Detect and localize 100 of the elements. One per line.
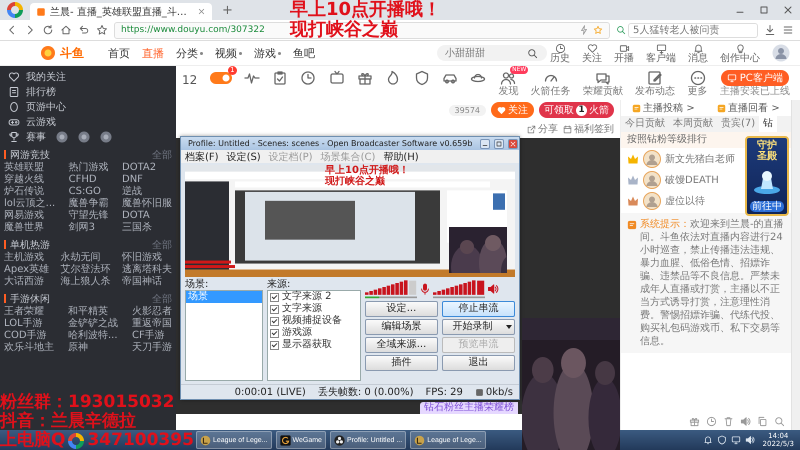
category-button[interactable]: 发布动态 (635, 70, 676, 98)
star-icon[interactable] (593, 25, 603, 35)
game-link[interactable]: 热门游戏 (68, 162, 109, 174)
action-button[interactable]: 插件 (365, 355, 438, 371)
toolbar-button[interactable]: 历史 (550, 42, 570, 64)
action-button[interactable]: 开始录制 (442, 319, 515, 335)
list-item[interactable]: 显示器获取 (268, 339, 360, 351)
game-link[interactable]: 英雄联盟 (4, 162, 56, 174)
game-link[interactable]: 永劫无间 (60, 252, 111, 264)
checkbox[interactable] (270, 292, 279, 302)
list-item[interactable]: 视频捕捉设备 (268, 315, 360, 327)
game-link[interactable]: 帝国神话 (122, 276, 172, 288)
category-button[interactable]: 火箭任务 (530, 70, 571, 98)
toolbar-button[interactable]: 开播 (614, 42, 634, 64)
sidebar-item[interactable]: 排行榜 (4, 84, 172, 99)
speaker-icon[interactable] (744, 435, 755, 445)
emblem-icon[interactable] (100, 130, 112, 142)
menu-icon[interactable] (782, 24, 794, 36)
new-tab-button[interactable]: + (218, 2, 237, 18)
game-link[interactable]: 逆战 (122, 186, 172, 198)
game-link[interactable]: LOL手游 (4, 318, 54, 330)
game-link[interactable]: 怀旧游戏 (122, 252, 172, 264)
game-link[interactable]: 大话西游 (4, 276, 50, 288)
monitor-icon[interactable] (730, 435, 741, 445)
clipboard-icon[interactable] (272, 70, 288, 86)
game-link[interactable]: CFHD (68, 174, 109, 186)
game-link[interactable]: 三国杀 (122, 222, 172, 234)
game-link[interactable]: COD手游 (4, 330, 54, 342)
gift-icon[interactable] (356, 70, 373, 86)
list-item[interactable]: 文字来源 (268, 303, 360, 315)
category-button[interactable]: 荣耀贡献 (582, 70, 623, 98)
game-link[interactable]: 原神 (68, 342, 118, 354)
lightning-icon[interactable] (579, 25, 589, 35)
nav-link[interactable]: 分类 (176, 46, 203, 60)
game-link[interactable]: DOTA2 (122, 162, 172, 174)
game-link[interactable]: 网易游戏 (4, 210, 56, 222)
nav-link[interactable]: 首页 (108, 46, 130, 60)
avatar-icon[interactable] (772, 44, 790, 62)
signin-link[interactable]: 福利签到 (563, 122, 614, 136)
rocket-badge[interactable]: 可领取 1 火箭 (539, 102, 614, 118)
game-link[interactable]: lol云顶之... (4, 198, 56, 210)
list-item[interactable]: 游戏源 (268, 327, 360, 339)
game-link[interactable]: 主机游戏 (4, 252, 50, 264)
shield-icon[interactable] (414, 70, 430, 86)
home-icon[interactable] (60, 24, 72, 36)
game-link[interactable]: 逃离塔科夫 (122, 264, 172, 276)
search-icon[interactable] (774, 416, 785, 427)
close-button[interactable] (508, 138, 518, 148)
promo-card[interactable]: 守护圣殿 前往中 (745, 136, 789, 216)
panel-link[interactable]: 主播投稿 > (632, 101, 695, 115)
game-link[interactable]: 王者荣耀 (4, 306, 54, 318)
action-button[interactable]: 设定... (365, 301, 438, 317)
clock-icon[interactable] (300, 70, 316, 86)
game-link[interactable]: 欢乐斗地主 (4, 342, 54, 354)
search-field[interactable]: 小甜甜甜 (437, 45, 547, 61)
tab[interactable]: 本周贡献 (669, 116, 717, 132)
share-link[interactable]: 分享 (527, 122, 558, 136)
sidebar-item[interactable]: 云游戏 (4, 114, 172, 129)
toolbar-button[interactable]: 创作中心 (720, 42, 760, 64)
game-link[interactable]: Apex英雄 (4, 264, 50, 276)
game-link[interactable]: 和平精英 (68, 306, 118, 318)
action-button[interactable]: 停止串流 (442, 301, 515, 317)
emblem-icon[interactable] (56, 130, 68, 142)
maximize-button[interactable] (494, 138, 504, 148)
close-icon[interactable] (782, 4, 794, 16)
game-link[interactable]: 炉石传说 (4, 186, 56, 198)
action-button[interactable]: 全域来源... (365, 337, 438, 353)
scrollbar[interactable] (791, 100, 800, 430)
toolbar-button[interactable]: 客户端 (646, 42, 676, 64)
tv-icon[interactable] (328, 70, 345, 86)
game-link[interactable]: 艾尔登法环 (60, 264, 111, 276)
sidebar-item[interactable]: 赛事 (4, 129, 172, 144)
menu-item[interactable]: 档案(F) (185, 150, 219, 164)
clock-icon[interactable] (706, 416, 717, 427)
tab[interactable]: 贵宾(7) (717, 116, 760, 132)
checkbox[interactable] (270, 340, 279, 350)
menu-item[interactable]: 帮助(H) (383, 150, 419, 164)
game-link[interactable]: 剑网3 (68, 222, 109, 234)
trash-icon[interactable] (723, 416, 734, 427)
game-link[interactable]: 海上狼人杀 (60, 276, 111, 288)
checkbox[interactable] (270, 316, 279, 326)
maximize-icon[interactable] (758, 4, 770, 16)
checkbox[interactable] (270, 304, 279, 314)
game-link[interactable]: 哈利波特... (68, 330, 118, 342)
browser-tab[interactable]: 兰晨- 直播_英雄联盟直播_斗… (30, 3, 212, 20)
game-link[interactable]: CS:GO (68, 186, 109, 198)
tab[interactable]: 今日贡献 (621, 116, 669, 132)
shield-icon[interactable] (716, 435, 727, 445)
ranking-tag[interactable]: 钻石粉丝主播荣耀榜 (420, 402, 518, 414)
toggle-icon[interactable] (210, 72, 232, 84)
list-item[interactable]: 文字来源 2 (268, 291, 360, 303)
game-link[interactable]: 穿越火线 (4, 174, 56, 186)
close-icon[interactable] (197, 7, 206, 16)
checkbox[interactable] (270, 328, 279, 338)
gift-icon[interactable] (689, 416, 700, 427)
action-button[interactable]: 编辑场景 (365, 319, 438, 335)
toolbar-button[interactable]: 关注 (582, 42, 602, 64)
toolbar-button[interactable]: 消息 (688, 42, 708, 64)
game-link[interactable]: 重返帝国 (132, 318, 172, 330)
star-icon[interactable] (96, 24, 108, 36)
